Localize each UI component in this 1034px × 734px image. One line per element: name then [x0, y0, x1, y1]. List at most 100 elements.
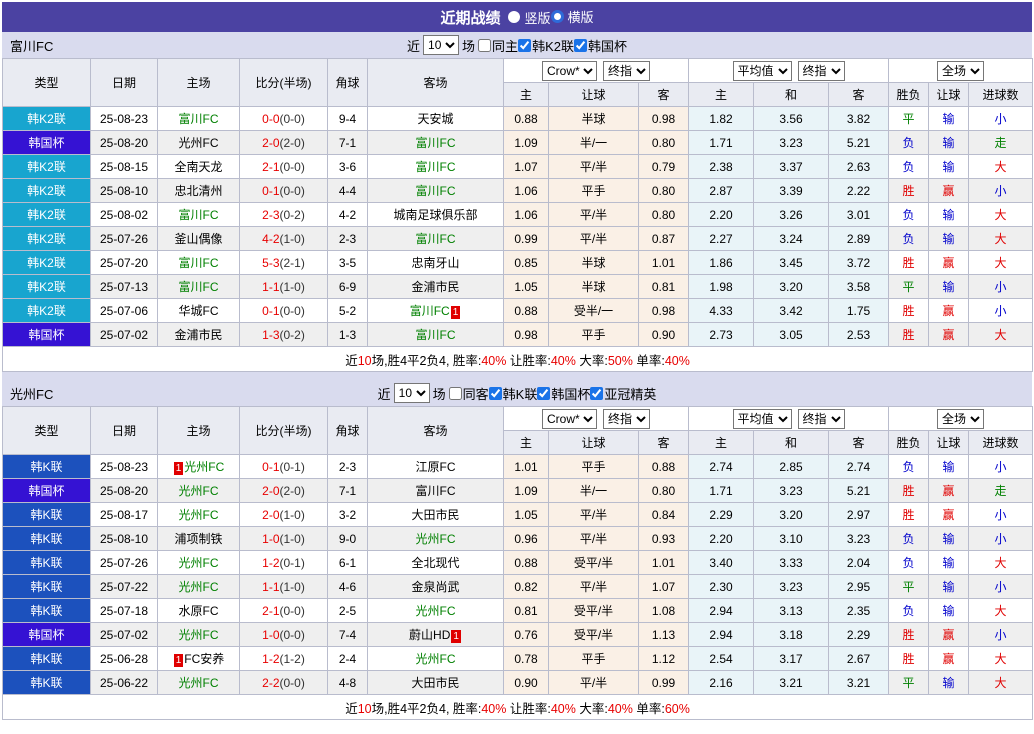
checkbox-input[interactable]	[590, 387, 603, 400]
filter-checkbox-韩国杯[interactable]: 韩国杯	[574, 36, 627, 55]
winloss-result-cell: 负	[889, 455, 929, 479]
average-time-select[interactable]: 终指	[798, 61, 845, 81]
score-cell: 2-1(0-0)	[240, 155, 328, 179]
bookmaker-select[interactable]: Crow*	[542, 409, 597, 429]
avg-draw-cell: 3.20	[754, 503, 829, 527]
away-team-name: 蔚山HD	[409, 628, 450, 642]
avg-draw-cell: 3.33	[754, 551, 829, 575]
sub-header-avg-home: 主	[689, 431, 754, 455]
away-team-name: 富川FC	[416, 232, 456, 246]
match-count-select[interactable]: 10	[423, 35, 459, 55]
view-mode-radio-横版[interactable]: 横版	[551, 7, 594, 26]
date-cell: 25-06-22	[91, 671, 158, 695]
corners-cell: 5-2	[328, 299, 368, 323]
title-bar: 近期战绩 竖版横版	[2, 2, 1032, 32]
filter-checkbox-韩国杯[interactable]: 韩国杯	[537, 384, 590, 403]
fulltime-score: 2-0	[262, 508, 279, 522]
fulltime-score: 0-0	[262, 112, 279, 126]
match-count-select[interactable]: 10	[394, 383, 430, 403]
filter-checkbox-亚冠精英[interactable]: 亚冠精英	[590, 384, 656, 403]
summary-row: 近10场,胜4平2负4, 胜率:40% 让胜率:40% 大率:50% 单率:40…	[3, 347, 1033, 372]
filter-checkbox-同客[interactable]: 同客	[449, 384, 489, 403]
odds-time-select[interactable]: 终指	[603, 409, 650, 429]
checkbox-label: 亚冠精英	[604, 384, 656, 403]
handicap-result-cell: 赢	[929, 299, 969, 323]
sub-header-goals: 进球数	[969, 431, 1033, 455]
filter-checkbox-韩K2联[interactable]: 韩K2联	[518, 36, 574, 55]
handicap-cell: 平/半	[549, 503, 639, 527]
home-team-cell: 富川FC	[158, 107, 240, 131]
handicap-result-cell: 输	[929, 107, 969, 131]
summary-segment: 10	[358, 354, 372, 368]
winloss-result-cell: 负	[889, 203, 929, 227]
summary-segment: 40%	[551, 702, 576, 716]
avg-away-cell: 2.29	[829, 623, 889, 647]
handicap-result-cell: 输	[929, 131, 969, 155]
avg-home-cell: 1.82	[689, 107, 754, 131]
winloss-result-cell: 胜	[889, 647, 929, 671]
avg-away-cell: 2.97	[829, 503, 889, 527]
home-team-cell: 光州FC	[158, 575, 240, 599]
avg-draw-cell: 3.56	[754, 107, 829, 131]
winloss-result-cell: 负	[889, 155, 929, 179]
summary-segment: 40%	[481, 702, 506, 716]
radio-checked-icon[interactable]	[551, 10, 564, 23]
league-cell: 韩K联	[3, 551, 91, 575]
avg-draw-cell: 3.42	[754, 299, 829, 323]
away-odds-cell: 0.80	[639, 131, 689, 155]
scope-select[interactable]: 全场	[937, 61, 984, 81]
checkbox-input[interactable]	[518, 39, 531, 52]
home-team-name: 光州FC	[179, 580, 219, 594]
column-header-score: 比分(半场)	[240, 59, 328, 107]
sub-header-goals: 进球数	[969, 83, 1033, 107]
corners-cell: 7-1	[328, 479, 368, 503]
column-header-date: 日期	[91, 407, 158, 455]
column-header-type: 类型	[3, 59, 91, 107]
summary-segment: 50%	[608, 354, 633, 368]
average-time-select[interactable]: 终指	[798, 409, 845, 429]
avg-draw-cell: 3.05	[754, 323, 829, 347]
rank-badge: 1	[451, 630, 461, 643]
score-cell: 1-1(1-0)	[240, 575, 328, 599]
goals-result-cell: 大	[969, 671, 1033, 695]
date-cell: 25-08-10	[91, 527, 158, 551]
handicap-result-cell: 输	[929, 227, 969, 251]
fulltime-score: 1-0	[262, 628, 279, 642]
checkbox-input[interactable]	[489, 387, 502, 400]
winloss-result-cell: 胜	[889, 479, 929, 503]
column-header-home: 主场	[158, 407, 240, 455]
home-team-cell: 水原FC	[158, 599, 240, 623]
away-team-name: 富川FC	[416, 184, 456, 198]
checkbox-input[interactable]	[574, 39, 587, 52]
scope-select[interactable]: 全场	[937, 409, 984, 429]
filter-checkbox-韩K联[interactable]: 韩K联	[489, 384, 538, 403]
away-odds-cell: 0.80	[639, 479, 689, 503]
goals-result-cell: 大	[969, 551, 1033, 575]
column-header-home: 主场	[158, 59, 240, 107]
date-cell: 25-06-28	[91, 647, 158, 671]
fulltime-score: 0-1	[262, 304, 279, 318]
avg-away-cell: 3.01	[829, 203, 889, 227]
date-cell: 25-07-20	[91, 251, 158, 275]
date-cell: 25-07-02	[91, 623, 158, 647]
view-mode-radio-竖版[interactable]: 竖版	[508, 8, 550, 27]
average-select[interactable]: 平均值	[733, 409, 792, 429]
winloss-result-cell: 负	[889, 599, 929, 623]
average-select[interactable]: 平均值	[733, 61, 792, 81]
checkbox-input[interactable]	[449, 387, 462, 400]
bookmaker-select[interactable]: Crow*	[542, 61, 597, 81]
goals-result-cell: 小	[969, 527, 1033, 551]
avg-home-cell: 2.20	[689, 203, 754, 227]
radio-icon[interactable]	[508, 11, 520, 23]
away-team-cell: 忠南牙山	[368, 251, 504, 275]
checkbox-input[interactable]	[478, 39, 491, 52]
away-team-name: 光州FC	[416, 652, 456, 666]
sub-header-winloss: 胜负	[889, 83, 929, 107]
away-team-cell: 天安城	[368, 107, 504, 131]
home-odds-cell: 0.78	[504, 647, 549, 671]
odds-time-select[interactable]: 终指	[603, 61, 650, 81]
home-odds-cell: 0.98	[504, 323, 549, 347]
checkbox-input[interactable]	[537, 387, 550, 400]
filter-checkbox-同主[interactable]: 同主	[478, 36, 518, 55]
date-cell: 25-08-23	[91, 107, 158, 131]
